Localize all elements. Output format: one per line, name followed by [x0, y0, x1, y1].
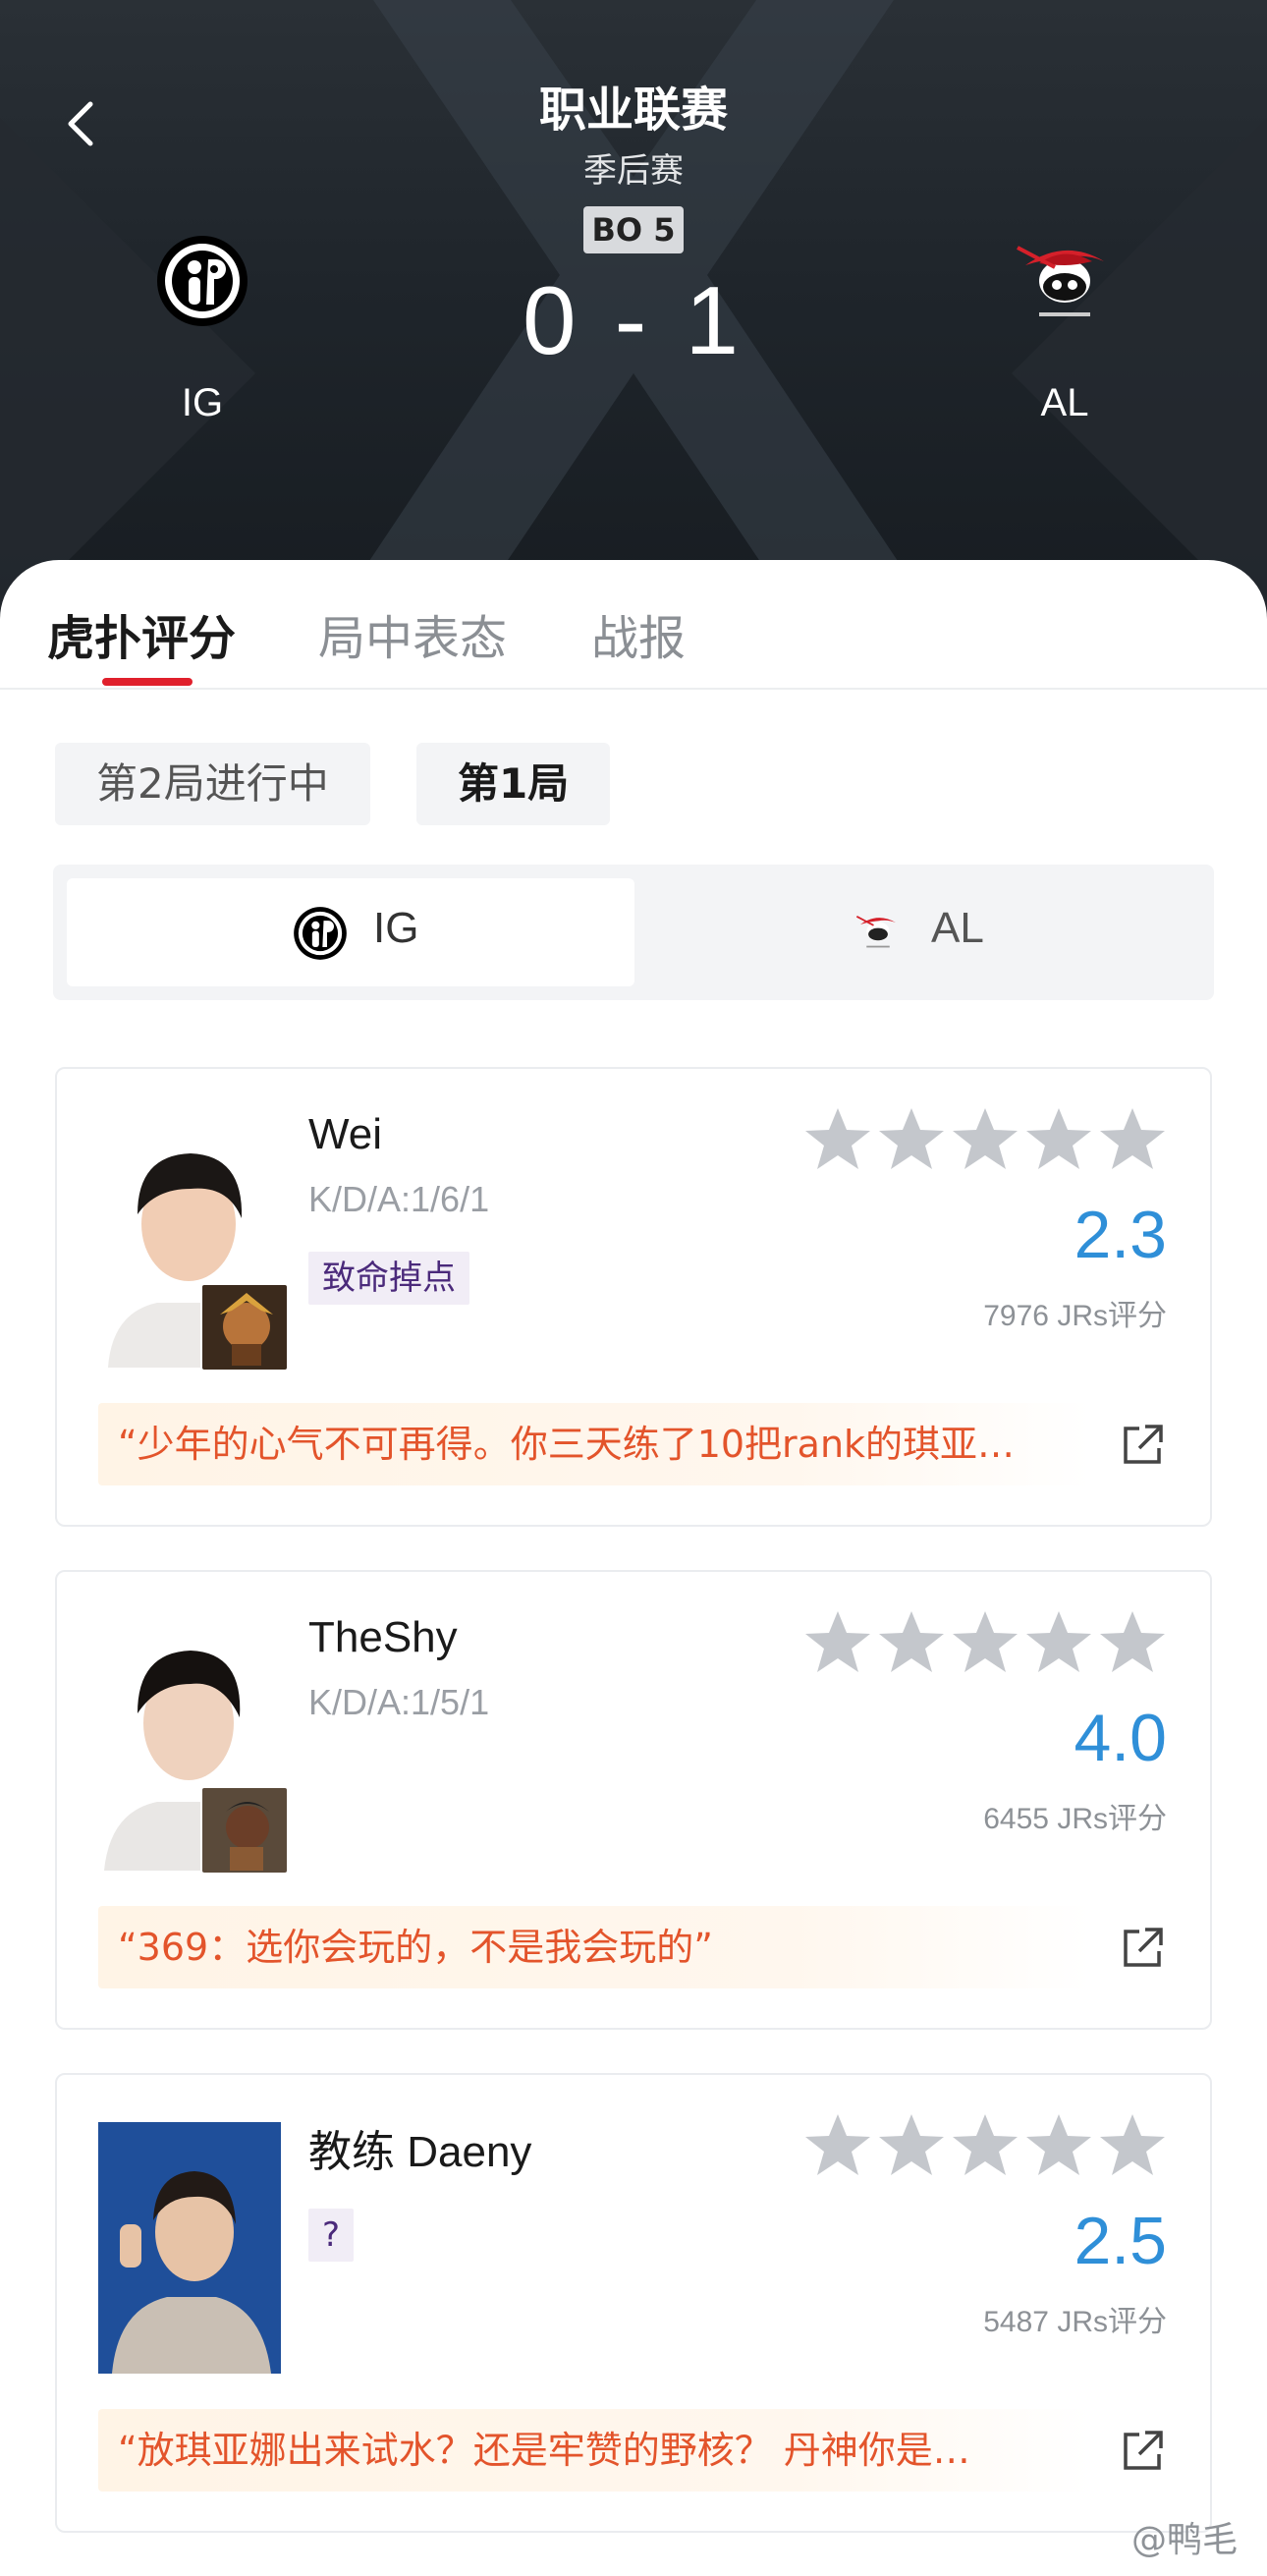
active-tab-indicator: [102, 678, 193, 686]
player-card-wei[interactable]: Wei K/D/A:1/6/1 致命掉点 2.3 7976 JRs评分 “少年的…: [55, 1067, 1212, 1527]
coach-tag: ?: [308, 2209, 355, 2262]
share-external-icon[interactable]: [1120, 1421, 1167, 1468]
player-name: Wei: [308, 1110, 382, 1158]
weibo-watermark: @鸭毛: [1130, 2520, 1238, 2560]
al-team-logo[interactable]: [1004, 236, 1126, 334]
team-right-name: AL: [1040, 381, 1089, 424]
star-rating[interactable]: [803, 2110, 1177, 2183]
best-of-badge: BO 5: [583, 206, 684, 253]
team-switch-ig[interactable]: IG: [67, 878, 634, 986]
tab-bar: 虎扑评分 局中表态 战报: [0, 560, 1267, 690]
league-subtitle: 季后赛: [583, 151, 684, 191]
star-rating[interactable]: [803, 1104, 1177, 1177]
player-kda: K/D/A:1/5/1: [308, 1682, 490, 1722]
star-icon: [805, 1108, 870, 1169]
team-switch-ig-label: IG: [373, 904, 419, 952]
star-icon: [879, 1611, 944, 1672]
star-icon: [879, 2114, 944, 2175]
player-rating: 4.0: [1074, 1701, 1167, 1775]
star-icon: [953, 1611, 1018, 1672]
star-rating[interactable]: [803, 1607, 1177, 1680]
star-icon: [1026, 1108, 1091, 1169]
round-2-pill[interactable]: 第2局进行中: [55, 743, 370, 825]
star-icon: [1100, 1108, 1165, 1169]
star-icon: [953, 2114, 1018, 2175]
player-card-theshy[interactable]: TheShy K/D/A:1/5/1 4.0 6455 JRs评分 “369：选…: [55, 1570, 1212, 2030]
star-icon: [879, 1108, 944, 1169]
team-left-name: IG: [181, 381, 224, 424]
player-rating: 2.3: [1074, 1198, 1167, 1272]
player-name: TheShy: [308, 1613, 458, 1661]
ig-logo-icon: [157, 236, 248, 326]
rating-votes: 5487 JRs评分: [983, 2306, 1167, 2338]
tab-hupu-rating[interactable]: 虎扑评分: [47, 599, 236, 668]
tab-match-report[interactable]: 战报: [591, 599, 686, 668]
tab-in-game-reactions[interactable]: 局中表态: [318, 599, 507, 668]
champion-icon: [200, 1283, 289, 1372]
al-logo-icon: [855, 916, 897, 948]
round-1-pill[interactable]: 第1局: [416, 743, 611, 825]
team-switch: IG AL: [53, 865, 1214, 1000]
star-icon: [1100, 1611, 1165, 1672]
top-comment[interactable]: “少年的心气不可再得。你三天练了10把rank的琪亚…: [98, 1403, 1090, 1485]
share-external-icon[interactable]: [1120, 1924, 1167, 1971]
star-icon: [1100, 2114, 1165, 2175]
top-comment[interactable]: “放琪亚娜出来试水？还是牢赞的野核？ 丹神你是…: [98, 2409, 1090, 2492]
star-icon: [1026, 1611, 1091, 1672]
player-tag: 致命掉点: [308, 1252, 469, 1305]
coach-photo: [98, 2122, 281, 2374]
top-comment[interactable]: “369：选你会玩的，不是我会玩的”: [98, 1906, 1090, 1988]
coach-rating: 2.5: [1074, 2204, 1167, 2278]
coach-name: 教练 Daeny: [308, 2128, 532, 2176]
rating-votes: 7976 JRs评分: [983, 1300, 1167, 1332]
match-header: 职业联赛 季后赛 BO 5 0 - 1 IG AL: [0, 0, 1267, 629]
player-kda: K/D/A:1/6/1: [308, 1179, 490, 1219]
star-icon: [805, 1611, 870, 1672]
team-switch-al[interactable]: AL: [633, 878, 1200, 986]
ig-team-logo[interactable]: [155, 234, 249, 328]
star-icon: [805, 2114, 870, 2175]
league-title: 职业联赛: [538, 83, 728, 138]
champion-icon: [200, 1786, 289, 1875]
player-card-coach-daeny[interactable]: 教练 Daeny ? 2.5 5487 JRs评分 “放琪亚娜出来试水？还是牢赞…: [55, 2073, 1212, 2533]
rating-votes: 6455 JRs评分: [983, 1803, 1167, 1835]
share-external-icon[interactable]: [1120, 2427, 1167, 2474]
al-logo-icon: [1017, 246, 1104, 316]
ig-logo-icon: [294, 907, 347, 960]
star-icon: [1026, 2114, 1091, 2175]
star-icon: [953, 1108, 1018, 1169]
team-switch-al-label: AL: [931, 904, 984, 952]
content-sheet: 虎扑评分 局中表态 战报 第2局进行中 第1局 IG AL Wei K/D/A:…: [0, 560, 1267, 2576]
